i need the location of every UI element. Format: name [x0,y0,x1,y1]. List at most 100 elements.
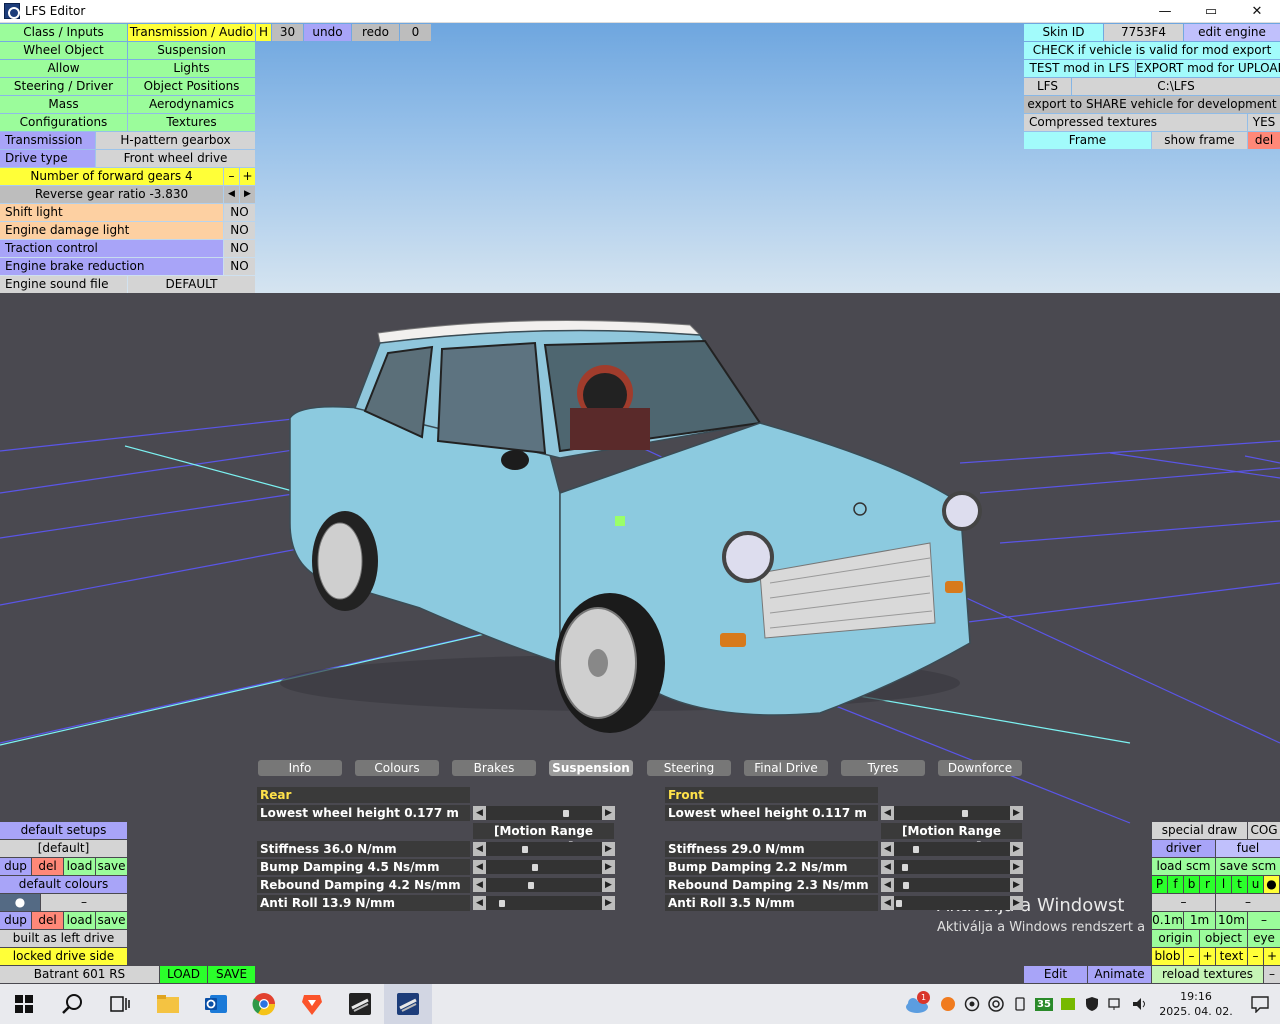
rear-antiroll-left-arrow[interactable]: ◀ [473,896,486,910]
save-scm-button[interactable]: save scm [1216,858,1280,875]
brave-icon[interactable] [288,984,336,1024]
shift-light-toggle[interactable]: NO [224,204,255,221]
chrome-icon[interactable] [240,984,288,1024]
forward-gears-minus-button[interactable]: – [224,168,239,185]
forward-gears-plus-button[interactable]: + [240,168,255,185]
built-as-left-drive-button[interactable]: built as left drive [0,930,127,947]
rear-bump-left-arrow[interactable]: ◀ [473,860,486,874]
front-lowest-height-slider[interactable]: ◀ ▶ [881,806,1023,820]
load-caps-button[interactable]: LOAD [160,966,207,983]
front-bump-left-arrow[interactable]: ◀ [881,860,894,874]
steam-icon[interactable] [984,984,1008,1024]
transmission-value-button[interactable]: H-pattern gearbox [96,132,255,149]
redo-button[interactable]: redo [352,24,399,41]
origin-button[interactable]: origin [1152,930,1199,947]
distance-1m-button[interactable]: 1m [1184,912,1215,929]
setup-dup-button[interactable]: dup [0,858,31,875]
save-caps-button[interactable]: SAVE [208,966,255,983]
locked-drive-side-button[interactable]: locked drive side [0,948,127,965]
close-button[interactable]: ✕ [1234,0,1280,23]
front-stiffness-knob[interactable] [913,846,919,853]
front-antiroll-slider[interactable]: ◀ ▶ [881,896,1023,910]
front-stiffness-slider[interactable]: ◀ ▶ [881,842,1023,856]
security-icon[interactable] [1080,984,1104,1024]
export-share-button[interactable]: export to SHARE vehicle for development [1024,96,1280,113]
class-inputs-button[interactable]: Class / Inputs [0,24,127,41]
reverse-ratio-right-arrow[interactable]: ▶ [240,186,255,203]
frame-delete-button[interactable]: del [1248,132,1280,149]
front-stiffness-right-arrow[interactable]: ▶ [1010,842,1023,856]
reverse-ratio-left-arrow[interactable]: ◀ [224,186,239,203]
rear-lowest-height-knob[interactable] [563,810,569,817]
minimize-button[interactable]: — [1142,0,1188,23]
tab-final-drive[interactable]: Final Drive [744,760,828,776]
3d-viewport[interactable]: Class / Inputs Transmission / Audio H 30… [0,23,1280,984]
counter-icon[interactable]: 35 [1032,984,1056,1024]
front-bump-knob[interactable] [902,864,908,871]
eye-button[interactable]: eye [1248,930,1280,947]
drive-type-value-button[interactable]: Front wheel drive [96,150,255,167]
tab-tyres[interactable]: Tyres [841,760,925,776]
front-lowest-height-left-arrow[interactable]: ◀ [881,806,894,820]
front-bump-slider[interactable]: ◀ ▶ [881,860,1023,874]
start-icon[interactable] [0,984,48,1024]
blob-minus-button[interactable]: – [1184,948,1199,965]
front-lowest-height-right-arrow[interactable]: ▶ [1010,806,1023,820]
colour-dup-button[interactable]: dup [0,912,31,929]
engine-brake-toggle[interactable]: NO [224,258,255,275]
check-valid-button[interactable]: CHECK if vehicle is valid for mod export [1024,42,1280,59]
engine-damage-light-toggle[interactable]: NO [224,222,255,239]
rear-antiroll-knob[interactable] [499,900,505,907]
avast-icon[interactable] [936,984,960,1024]
network-icon[interactable] [1104,984,1128,1024]
value-30-button[interactable]: 30 [272,24,303,41]
front-bump-right-arrow[interactable]: ▶ [1010,860,1023,874]
rear-rebound-left-arrow[interactable]: ◀ [473,878,486,892]
reload-dash-button[interactable]: – [1264,966,1280,983]
view-letter-l-button[interactable]: l [1216,876,1231,893]
driver-button[interactable]: driver [1152,840,1215,857]
nvidia-icon[interactable] [1056,984,1080,1024]
rear-lowest-height-left-arrow[interactable]: ◀ [473,806,486,820]
tab-suspension[interactable]: Suspension [549,760,633,776]
special-draw-button[interactable]: special draw [1152,822,1247,839]
transmission-audio-button[interactable]: Transmission / Audio [128,24,255,41]
front-antiroll-knob[interactable] [896,900,902,907]
setup-save-button[interactable]: save [96,858,127,875]
setup-del-button[interactable]: del [32,858,63,875]
rear-rebound-knob[interactable] [528,882,534,889]
colour-save-button[interactable]: save [96,912,127,929]
compressed-textures-toggle[interactable]: YES [1248,114,1280,131]
traction-control-toggle[interactable]: NO [224,240,255,257]
tab-downforce[interactable]: Downforce [938,760,1022,776]
allow-button[interactable]: Allow [0,60,127,77]
obs-icon[interactable] [960,984,984,1024]
view-dash-right-button[interactable]: – [1216,894,1280,911]
rear-lowest-height-slider[interactable]: ◀ ▶ [473,806,615,820]
rear-bump-slider[interactable]: ◀ ▶ [473,860,615,874]
object-positions-button[interactable]: Object Positions [128,78,255,95]
view-letter-dot-button[interactable]: ● [1264,876,1279,893]
engine-sound-button[interactable]: DEFAULT [128,276,255,293]
rear-antiroll-slider[interactable]: ◀ ▶ [473,896,615,910]
edit-button[interactable]: Edit [1024,966,1087,983]
test-mod-button[interactable]: TEST mod in LFS [1024,60,1135,77]
colour-del-button[interactable]: del [32,912,63,929]
zero-button[interactable]: 0 [400,24,431,41]
front-rebound-slider[interactable]: ◀ ▶ [881,878,1023,892]
view-letter-b-button[interactable]: b [1184,876,1199,893]
colour-selector-dash[interactable]: – [41,894,127,911]
reload-textures-button[interactable]: reload textures [1152,966,1263,983]
front-rebound-right-arrow[interactable]: ▶ [1010,878,1023,892]
configurations-button[interactable]: Configurations [0,114,127,131]
notification-icon[interactable] [1240,995,1280,1013]
front-stiffness-left-arrow[interactable]: ◀ [881,842,894,856]
view-letter-P-button[interactable]: P [1152,876,1167,893]
rear-lowest-height-right-arrow[interactable]: ▶ [602,806,615,820]
mass-button[interactable]: Mass [0,96,127,113]
rear-rebound-right-arrow[interactable]: ▶ [602,878,615,892]
rear-stiffness-knob[interactable] [522,846,528,853]
wheel-object-button[interactable]: Wheel Object [0,42,127,59]
suspension-button[interactable]: Suspension [128,42,255,59]
weather-icon[interactable]: 1 [896,984,936,1024]
